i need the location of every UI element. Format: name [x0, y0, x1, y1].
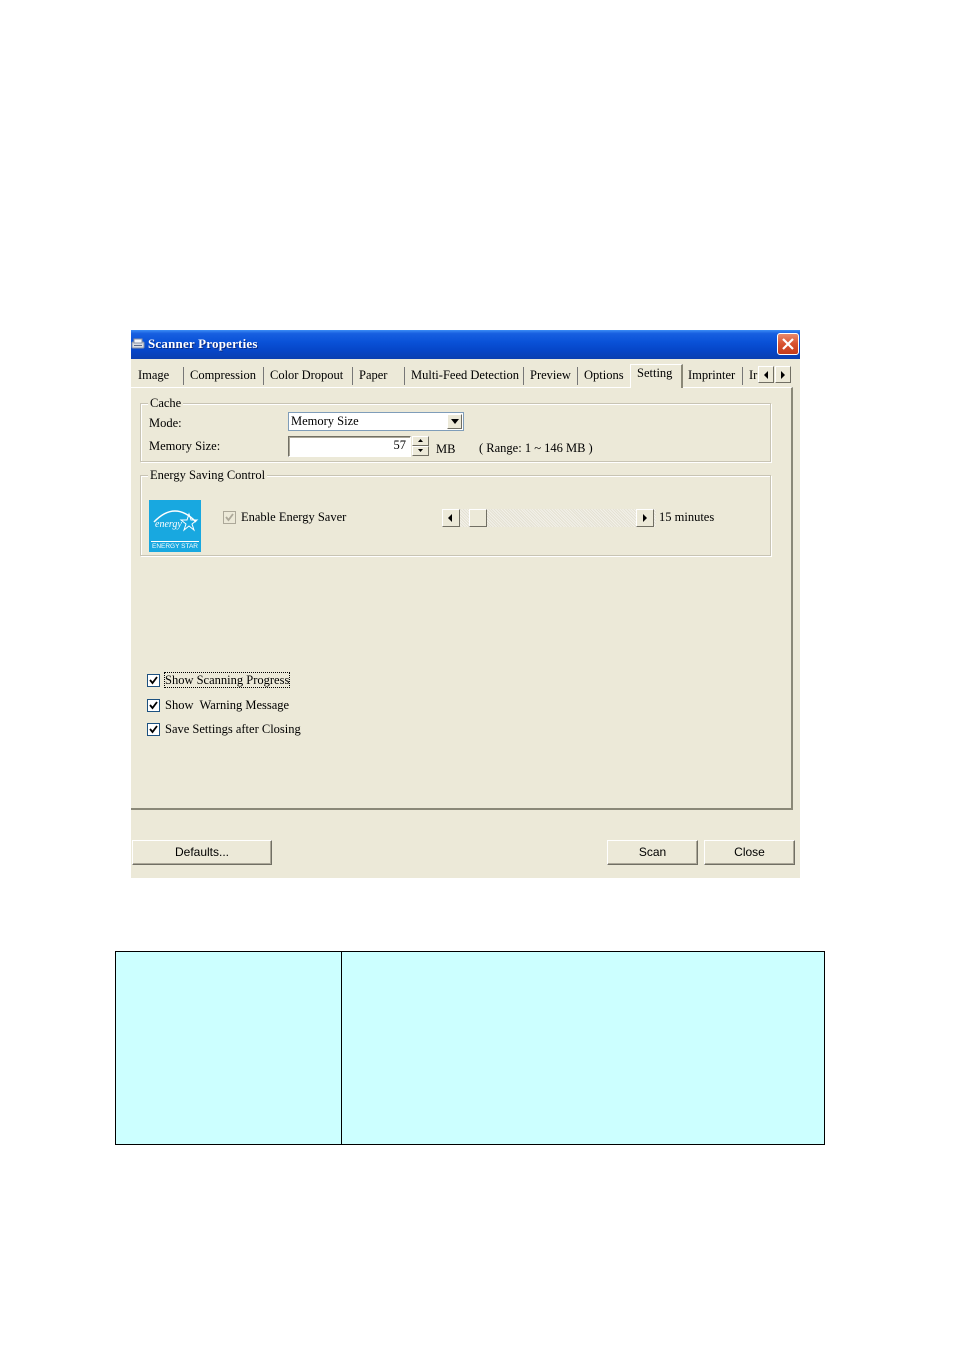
mode-dropdown[interactable]: Memory Size: [288, 412, 464, 431]
enable-energy-saver-label[interactable]: Enable Energy Saver: [241, 510, 346, 524]
svg-text:energy: energy: [155, 519, 182, 530]
arrow-right-icon: [643, 514, 647, 522]
tab-scroll-left-button[interactable]: [758, 366, 774, 383]
checkmark-icon: [225, 513, 234, 522]
scan-button[interactable]: Scan: [607, 840, 698, 865]
mode-label: Mode:: [149, 416, 182, 430]
checkmark-icon: [149, 676, 158, 685]
mode-dropdown-value: Memory Size: [291, 414, 359, 428]
scanner-icon: [131, 337, 145, 351]
close-button[interactable]: Close: [704, 840, 795, 865]
arrow-left-icon: [448, 514, 452, 522]
tab-options[interactable]: Options: [577, 367, 624, 385]
dropdown-button[interactable]: [447, 414, 462, 429]
memory-unit-label: MB: [436, 442, 456, 456]
energy-star-text: ENERGY STAR: [151, 541, 199, 550]
memory-size-spinner: [412, 436, 429, 456]
arrow-left-icon: [764, 371, 768, 379]
memory-size-input[interactable]: 57: [288, 436, 411, 457]
tab-preview[interactable]: Preview: [523, 367, 571, 385]
tab-imprinter[interactable]: Imprinter: [682, 367, 735, 385]
defaults-button[interactable]: Defaults...: [132, 840, 272, 865]
checkmark-icon: [149, 725, 158, 734]
energy-saving-group-label: Energy Saving Control: [148, 468, 268, 482]
memory-size-value: 57: [393, 438, 407, 452]
description-table: [115, 951, 825, 1145]
checkmark-icon: [149, 701, 158, 710]
window-title: Scanner Properties: [148, 336, 258, 351]
energy-star-logo: energy ENERGY STAR: [149, 500, 201, 552]
title-bar[interactable]: Scanner Properties: [131, 330, 800, 359]
cache-group-label: Cache: [148, 396, 184, 410]
tab-strip: Image Compression Color Dropout Paper Mu…: [131, 359, 800, 388]
close-window-button[interactable]: [777, 333, 799, 355]
arrow-right-icon: [781, 371, 785, 379]
memory-range-text: ( Range: 1 ~ 146 MB ): [479, 441, 593, 455]
show-scanning-progress-label[interactable]: Show Scanning Progress: [163, 672, 291, 688]
spin-down-button[interactable]: [412, 446, 429, 456]
close-icon: [782, 338, 794, 350]
slider-thumb[interactable]: [469, 509, 487, 527]
tab-paper[interactable]: Paper: [352, 367, 387, 385]
tab-setting[interactable]: Setting: [630, 364, 683, 388]
slider-increase-button[interactable]: [636, 509, 654, 527]
tab-compression[interactable]: Compression: [183, 367, 256, 385]
spin-up-button[interactable]: [412, 436, 429, 446]
tab-color-dropout[interactable]: Color Dropout: [263, 367, 343, 385]
arrow-up-icon: [418, 439, 423, 442]
memory-size-label: Memory Size:: [149, 439, 221, 453]
scanner-properties-dialog: Scanner Properties Image Compression Col…: [131, 330, 800, 878]
show-scanning-progress-checkbox[interactable]: [147, 674, 160, 687]
chevron-down-icon: [451, 419, 459, 424]
save-settings-checkbox[interactable]: [147, 723, 160, 736]
show-warning-message-checkbox[interactable]: [147, 699, 160, 712]
save-settings-label[interactable]: Save Settings after Closing: [165, 722, 301, 736]
tab-image[interactable]: Image: [132, 367, 169, 385]
energy-star-icon: energy: [153, 510, 199, 532]
tab-scroll-right-button[interactable]: [775, 366, 791, 383]
show-warning-message-label[interactable]: Show Warning Message: [165, 698, 289, 712]
arrow-down-icon: [418, 449, 423, 452]
tab-multi-feed-detection[interactable]: Multi-Feed Detection: [404, 367, 519, 385]
slider-decrease-button[interactable]: [442, 509, 460, 527]
setting-tab-panel: Cache Mode: Memory Size Memory Size: 57 …: [131, 387, 793, 810]
enable-energy-saver-checkbox[interactable]: [223, 511, 236, 524]
table-column-divider: [341, 952, 342, 1144]
energy-timer-value: 15 minutes: [659, 510, 715, 524]
